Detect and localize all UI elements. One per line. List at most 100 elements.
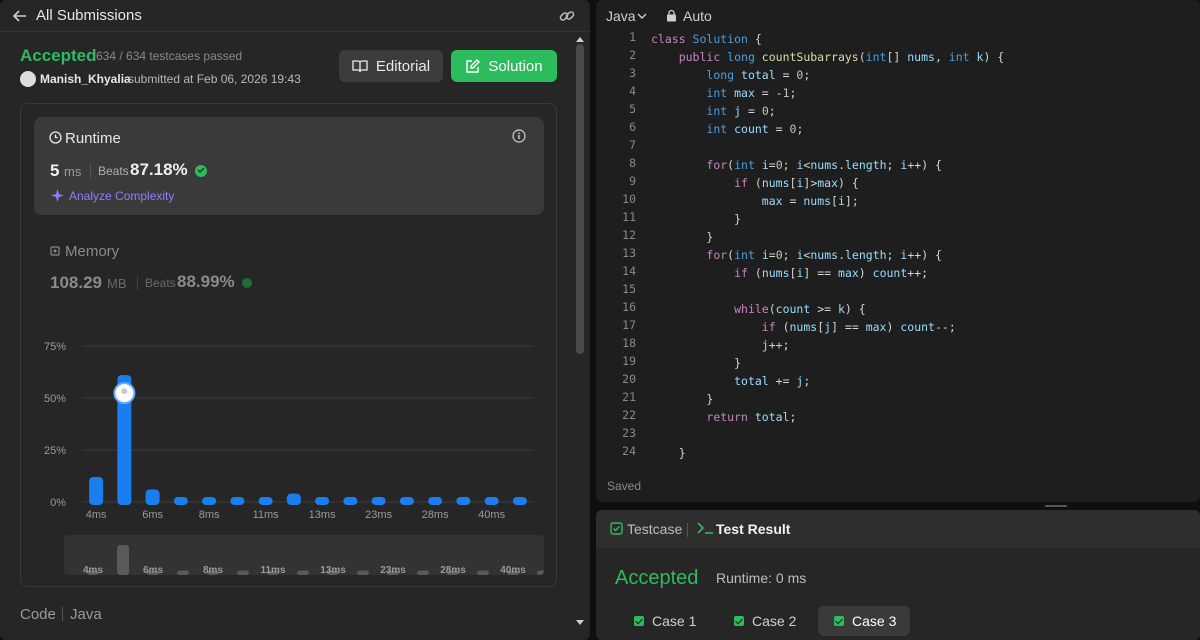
case-tab-1[interactable]: Case 1 <box>618 606 714 636</box>
beats-badge-icon <box>242 278 252 288</box>
chart-bar[interactable] <box>484 497 499 505</box>
y-tick-label: 25% <box>44 445 66 457</box>
code-line[interactable]: int j = 0; <box>651 102 775 120</box>
result-runtime: Runtime: 0 ms <box>716 570 807 586</box>
case-label: Case 1 <box>652 613 697 629</box>
code-line[interactable]: } <box>651 444 686 462</box>
x-tick-label: 11ms <box>253 509 280 521</box>
chart-bar[interactable] <box>173 497 188 505</box>
scrollbar-thumb[interactable] <box>576 44 584 354</box>
code-line[interactable]: } <box>651 210 741 228</box>
result-status: Accepted <box>615 567 699 589</box>
chart-bar[interactable] <box>512 497 527 505</box>
chart-bar[interactable] <box>258 497 273 505</box>
code-line[interactable]: } <box>651 390 713 408</box>
submission-status: Accepted <box>20 46 97 65</box>
tab-testcase[interactable]: Testcase <box>627 521 682 537</box>
chart-bar[interactable] <box>286 493 301 505</box>
all-submissions-link[interactable]: All Submissions <box>36 7 142 24</box>
code-line[interactable]: int count = 0; <box>651 120 803 138</box>
chart-bar[interactable] <box>230 497 245 505</box>
chart-bar[interactable] <box>428 497 443 505</box>
mini-bar <box>237 570 249 575</box>
code-line[interactable]: return total; <box>651 408 796 426</box>
line-number: 23 <box>622 426 636 440</box>
line-number: 19 <box>622 354 636 368</box>
x-tick-label: 6ms <box>142 509 163 521</box>
y-tick-label: 50% <box>44 393 66 405</box>
chart-bar[interactable] <box>145 489 160 505</box>
language-select[interactable]: Java <box>606 8 636 24</box>
check-icon <box>634 616 644 626</box>
analyze-complexity-link[interactable]: Analyze Complexity <box>69 189 174 203</box>
code-line[interactable]: int max = -1; <box>651 84 796 102</box>
line-number: 13 <box>622 246 636 260</box>
lock-icon <box>667 9 676 22</box>
info-icon[interactable] <box>512 129 526 143</box>
code-language: Java <box>70 606 102 623</box>
tab-test-result[interactable]: Test Result <box>716 521 790 537</box>
chart-bar[interactable] <box>371 497 386 505</box>
solution-label: Solution <box>488 57 543 75</box>
chart-bar[interactable] <box>315 497 330 505</box>
solution-button[interactable]: Solution <box>451 50 557 82</box>
code-line[interactable]: total += j; <box>651 372 810 390</box>
code-line[interactable]: class Solution { <box>651 30 762 48</box>
chart-bar[interactable] <box>456 497 471 505</box>
share-link-icon[interactable] <box>558 7 576 25</box>
code-line[interactable]: for(int i=0; i<nums.length; i++) { <box>651 246 942 264</box>
chart-bar[interactable] <box>89 477 104 505</box>
line-number: 22 <box>622 408 636 422</box>
username-link[interactable]: Manish_Khyalia <box>40 72 131 86</box>
memory-value: 108.29 <box>50 273 102 292</box>
chart-bar[interactable] <box>202 497 217 505</box>
code-line[interactable]: max = nums[i]; <box>651 192 859 210</box>
line-number: 15 <box>622 282 636 296</box>
mini-label: 23ms <box>380 565 406 575</box>
line-number: 3 <box>629 66 636 80</box>
code-line[interactable]: if (nums[j] == max) count--; <box>651 318 956 336</box>
line-number: 17 <box>622 318 636 332</box>
code-line[interactable]: if (nums[i] == max) count++; <box>651 264 928 282</box>
mini-bar <box>357 570 369 575</box>
testcases-passed: 634 / 634 testcases passed <box>96 49 243 63</box>
case-tab-2[interactable]: Case 2 <box>718 606 814 636</box>
line-number: 5 <box>629 102 636 116</box>
chevron-down-icon[interactable] <box>636 10 648 22</box>
panel-resize-handle[interactable] <box>1045 505 1067 507</box>
auto-mode[interactable]: Auto <box>683 8 712 24</box>
code-line[interactable]: if (nums[i]>max) { <box>651 174 859 192</box>
y-tick-label: 0% <box>50 497 66 509</box>
code-line[interactable]: } <box>651 354 741 372</box>
check-icon <box>734 616 744 626</box>
line-number: 21 <box>622 390 636 404</box>
mini-label: 6ms <box>143 565 163 575</box>
back-arrow-icon[interactable] <box>12 8 28 24</box>
avatar-head <box>121 388 128 395</box>
runtime-distribution-chart[interactable]: 75% 50% 25% 0% 4ms 6ms 8ms 11ms 13ms 23ms 28ms 40ms <box>40 334 540 524</box>
line-number: 1 <box>629 30 636 44</box>
code-line[interactable]: } <box>651 228 713 246</box>
code-line[interactable]: for(int i=0; i<nums.length; i++) { <box>651 156 942 174</box>
memory-chip-icon <box>50 246 60 256</box>
divider <box>90 164 91 178</box>
code-content[interactable]: 1 class Solution {2 public long countSuba… <box>596 28 1200 468</box>
memory-label[interactable]: Memory <box>65 243 119 260</box>
memory-beats-percent: 88.99% <box>177 272 235 291</box>
code-line[interactable]: while(count >= k) { <box>651 300 866 318</box>
code-line[interactable]: long total = 0; <box>651 66 810 84</box>
chart-bar[interactable] <box>399 497 414 505</box>
line-number: 12 <box>622 228 636 242</box>
code-line[interactable]: j++; <box>651 336 790 354</box>
editorial-button[interactable]: Editorial <box>339 50 443 82</box>
runtime-unit: ms <box>64 164 82 179</box>
memory-unit: MB <box>107 276 127 291</box>
avatar[interactable] <box>20 71 36 87</box>
runtime-beats-label: Beats <box>98 164 129 178</box>
sparkle-icon <box>51 189 64 202</box>
mini-label: 28ms <box>440 565 466 575</box>
code-line[interactable]: public long countSubarrays(int[] nums, i… <box>651 48 1005 66</box>
case-tab-3[interactable]: Case 3 <box>818 606 910 636</box>
chart-bar[interactable] <box>343 497 358 505</box>
distribution-overview[interactable]: 4ms 6ms 8ms 11ms 13ms 23ms 28ms 40ms <box>64 535 544 575</box>
